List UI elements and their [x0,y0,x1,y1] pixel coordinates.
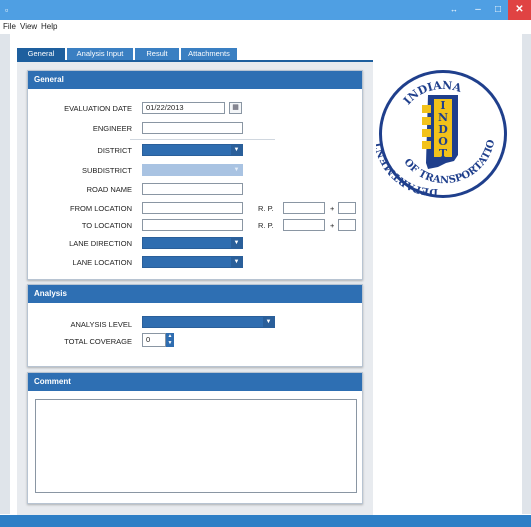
menu-help[interactable]: Help [41,22,57,31]
close-button[interactable]: ✕ [508,0,531,20]
lane-direction-label: LANE DIRECTION [69,239,132,248]
engineer-field[interactable] [142,122,243,134]
total-coverage-label: TOTAL COVERAGE [64,337,132,346]
tab-attachments[interactable]: Attachments [181,48,237,60]
from-location-label: FROM LOCATION [70,204,132,213]
calendar-icon[interactable]: ▦ [229,102,242,114]
road-name-label: ROAD NAME [86,185,132,194]
subdistrict-dropdown[interactable]: ▼ [142,164,243,176]
to-plus-label: + [330,221,335,230]
tab-result[interactable]: Result [135,48,179,60]
district-label: DISTRICT [97,146,132,155]
menu-view[interactable]: View [20,22,37,31]
district-dropdown[interactable]: ▼ [142,144,243,156]
chevron-down-icon: ▼ [231,257,242,267]
title-bar: ▫ ↔ – □ ✕ [0,0,531,20]
evaluation-date-field[interactable]: 01/22/2013 [142,102,225,114]
divider [130,139,275,140]
engineer-label: ENGINEER [92,124,132,133]
window-right-edge [522,34,531,514]
from-location-field[interactable] [142,202,243,214]
to-location-label: TO LOCATION [81,221,132,230]
evaluation-date-label: EVALUATION DATE [64,104,132,113]
chevron-down-icon: ▼ [231,165,242,175]
to-rp-label: R. P. [258,221,274,230]
lane-direction-dropdown[interactable]: ▼ [142,237,243,249]
to-location-field[interactable] [142,219,243,231]
maximize-button[interactable]: □ [488,0,508,20]
app-icon: ▫ [5,5,9,15]
comment-textarea[interactable] [35,399,357,493]
tab-analysis-input[interactable]: Analysis Input [67,48,133,60]
window-left-edge [0,34,10,514]
indot-logo: INDIANA DEPARTMENT OF TRANSPORTATION I N… [376,67,507,198]
resize-icon[interactable]: ↔ [446,0,462,20]
menu-file[interactable]: File [3,22,16,31]
tab-general[interactable]: General [17,48,65,60]
total-coverage-field[interactable]: 0 [142,333,166,347]
to-offset-field[interactable] [338,219,356,231]
analysis-level-dropdown[interactable]: ▼ [142,316,275,328]
to-rp-field[interactable] [283,219,325,231]
from-plus-label: + [330,204,335,213]
from-offset-field[interactable] [338,202,356,214]
status-bar [0,515,531,527]
lane-location-label: LANE LOCATION [72,258,132,267]
logo-letter-t: T [439,147,448,160]
road-name-field[interactable] [142,183,243,195]
lane-location-dropdown[interactable]: ▼ [142,256,243,268]
chevron-down-icon: ▼ [263,317,274,327]
menu-bar: File View Help [0,20,531,34]
from-rp-label: R. P. [258,204,274,213]
chevron-down-icon: ▼ [231,238,242,248]
from-rp-field[interactable] [283,202,325,214]
subdistrict-label: SUBDISTRICT [81,166,132,175]
coverage-stepper[interactable]: ▲ ▼ [166,333,174,347]
comment-panel-title: Comment [28,373,362,391]
minimize-button[interactable]: – [468,0,488,20]
analysis-level-label: ANALYSIS LEVEL [70,320,132,329]
analysis-panel-title: Analysis [28,285,362,303]
chevron-down-icon: ▼ [231,145,242,155]
general-panel-title: General [28,71,362,89]
